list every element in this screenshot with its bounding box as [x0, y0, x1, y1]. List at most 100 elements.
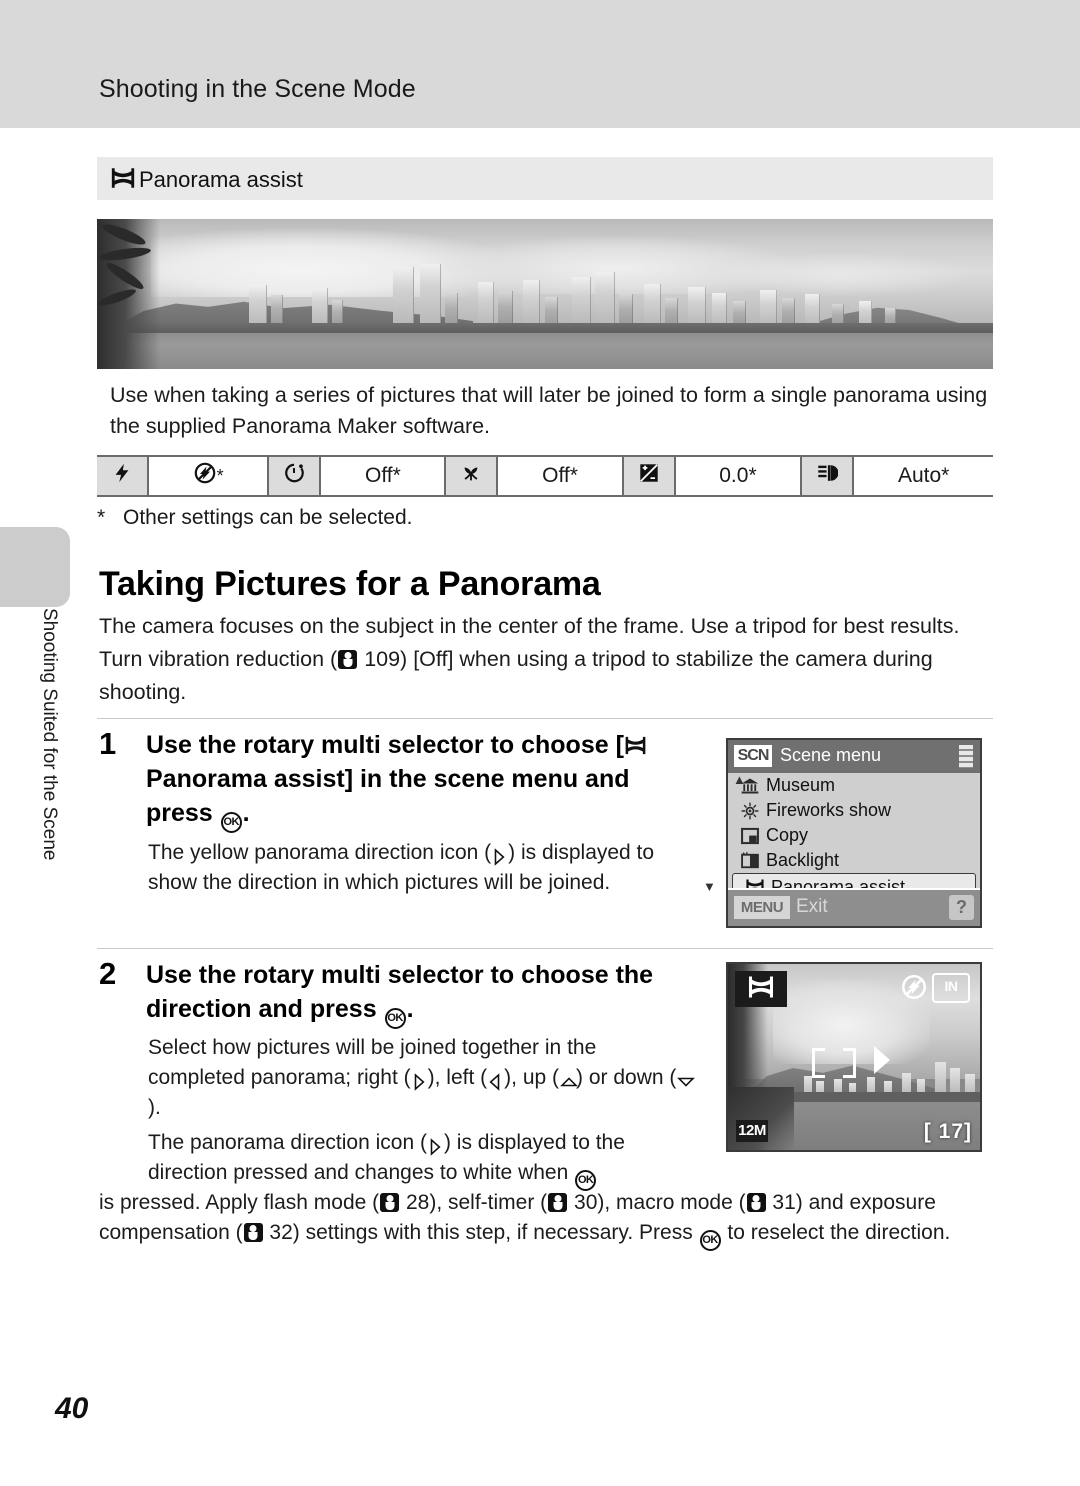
- photo-water: [97, 333, 993, 369]
- step-number: 1: [99, 726, 117, 761]
- scene-banner: Panorama assist: [97, 157, 993, 200]
- page-reference-icon: [338, 650, 358, 669]
- page-reference-icon: [380, 1193, 400, 1212]
- right-arrow-icon: [428, 1132, 443, 1156]
- menu-item-fireworks-show[interactable]: Fireworks show: [728, 798, 980, 823]
- footnote-marker: *: [216, 465, 224, 486]
- exposure-compensation-value: 0.0*: [675, 457, 803, 495]
- museum-icon: [740, 776, 760, 796]
- step-number: 2: [99, 956, 117, 991]
- step-divider: [97, 718, 993, 719]
- live-mode-badge: [735, 971, 787, 1007]
- shots-remaining: [ 17]: [923, 1120, 972, 1143]
- step-1-title-part1: Use the rotary multi selector to choose …: [146, 731, 624, 759]
- menu-item-label: Fireworks show: [766, 800, 892, 820]
- step-2-body-2a: The panorama direction icon () is displa…: [148, 1128, 696, 1191]
- ok-button-icon: OK: [384, 1008, 406, 1029]
- menu-item-label: Museum: [766, 775, 836, 795]
- flash-mode-value: *: [149, 457, 270, 495]
- scene-banner-label: Panorama assist: [139, 167, 303, 192]
- flash-off-icon: [900, 973, 928, 1001]
- default-settings-table: * Off* Off* 0.0* Auto*: [97, 455, 993, 497]
- scroll-down-indicator-icon: ▼: [703, 879, 716, 894]
- chapter-tab-block: [0, 527, 70, 607]
- scene-menu-footer: MENU Exit ?: [728, 888, 980, 926]
- chapter-tab-label: Shooting Suited for the Scene: [39, 608, 60, 861]
- page-reference-icon: [746, 1193, 766, 1212]
- step-2-title-part2: .: [406, 995, 414, 1023]
- footnote-text: Other settings can be selected.: [123, 506, 413, 529]
- step-1-body-part1: The yellow panorama direction icon (: [148, 841, 492, 864]
- page-title: Shooting in the Scene Mode: [99, 75, 416, 103]
- section-heading: Taking Pictures for a Panorama: [99, 565, 601, 603]
- chapter-tab: Shooting Suited for the Scene: [38, 608, 72, 938]
- step-1-title-part3: .: [242, 799, 250, 827]
- photo-skyline: [97, 258, 993, 330]
- step-2-ref2: 30), macro mode (: [574, 1191, 746, 1214]
- menu-item-label: Backlight: [766, 850, 840, 870]
- panorama-assist-icon: [747, 973, 775, 1006]
- step-2-body2-part1: The panorama direction icon (: [148, 1131, 427, 1154]
- scene-menu-title: Scene menu: [780, 745, 882, 765]
- panorama-sample-photo: [97, 219, 993, 369]
- page-reference-icon: [243, 1223, 263, 1242]
- up-arrow-icon: [560, 1067, 578, 1087]
- step-2-body2-end: to reselect the direction.: [721, 1221, 951, 1244]
- self-timer-cell: [269, 457, 322, 495]
- photo-palm-tree: [97, 219, 160, 369]
- self-timer-icon: [283, 462, 305, 490]
- menu-item-museum[interactable]: ▲ Museum: [728, 773, 980, 798]
- exit-label: Exit: [796, 896, 828, 917]
- menu-button-badge: MENU: [734, 896, 790, 919]
- flash-off-icon: [193, 461, 217, 491]
- backlight-icon: [740, 851, 760, 871]
- image-mode-cell: [802, 457, 855, 495]
- step-2-ref1: 28), self-timer (: [405, 1191, 548, 1214]
- right-arrow-icon: [412, 1067, 427, 1091]
- step-2-body2-part3: is pressed. Apply flash mode (: [99, 1191, 380, 1214]
- scene-menu-list: ▲ Museum Fireworks show Copy Backlight ▼…: [703, 773, 980, 901]
- image-mode-value: Auto*: [854, 457, 993, 495]
- panorama-assist-icon: [624, 731, 647, 759]
- step-2-body1-part5: ).: [148, 1096, 161, 1119]
- self-timer-value: Off*: [321, 457, 447, 495]
- right-arrow-icon: [492, 842, 507, 866]
- panorama-assist-icon: [110, 165, 136, 191]
- camera-scene-menu-screen: SCN Scene menu ▲ Museum Fireworks show C…: [703, 738, 982, 928]
- image-mode-indicator: 12M: [736, 1120, 768, 1142]
- fireworks-icon: [740, 801, 760, 821]
- footnote-marker: *: [97, 506, 106, 529]
- step-2-title: Use the rotary multi selector to choose …: [146, 958, 691, 1029]
- step-2-body1-part2: ), left (: [427, 1066, 488, 1089]
- step-divider: [97, 948, 993, 949]
- exposure-compensation-icon: [638, 462, 660, 490]
- flash-mode-cell: [97, 457, 149, 495]
- settings-footnote: * Other settings can be selected.: [97, 506, 413, 530]
- section-lead: The camera focuses on the subject in the…: [99, 610, 989, 709]
- menu-item-label: Copy: [766, 825, 809, 845]
- macro-flower-icon: [460, 462, 482, 490]
- step-2-body1-part4: ) or down (: [576, 1066, 677, 1089]
- scrollbar[interactable]: [959, 745, 973, 768]
- step-2-body-2b: is pressed. Apply flash mode ( 28), self…: [99, 1188, 989, 1251]
- copy-icon: [740, 826, 760, 846]
- page-header-band: [0, 0, 1080, 128]
- page-reference-icon: [548, 1193, 568, 1212]
- menu-item-copy[interactable]: Copy: [728, 823, 980, 848]
- internal-memory-indicator: IN: [932, 973, 970, 1003]
- help-button[interactable]: ?: [949, 895, 974, 920]
- page-number: 40: [55, 1392, 89, 1425]
- step-1-body: The yellow panorama direction icon () is…: [148, 838, 693, 898]
- scn-badge: SCN: [734, 745, 772, 767]
- left-arrow-icon: [488, 1067, 503, 1091]
- ok-button-icon: OK: [699, 1230, 721, 1251]
- menu-item-backlight[interactable]: Backlight: [728, 848, 980, 873]
- step-1-title-part2: Panorama assist] in the scene menu and p…: [146, 765, 630, 827]
- exposure-compensation-cell: [623, 457, 676, 495]
- camera-live-view-screen: IN 12M [ 17]: [726, 962, 982, 1152]
- step-2-ref4: 32) settings with this step, if necessar…: [269, 1221, 699, 1244]
- image-mode-icon: [816, 462, 839, 490]
- flash-icon: [111, 462, 133, 490]
- ok-button-icon: OK: [220, 812, 242, 833]
- step-2-body-1: Select how pictures will be joined toget…: [148, 1033, 696, 1123]
